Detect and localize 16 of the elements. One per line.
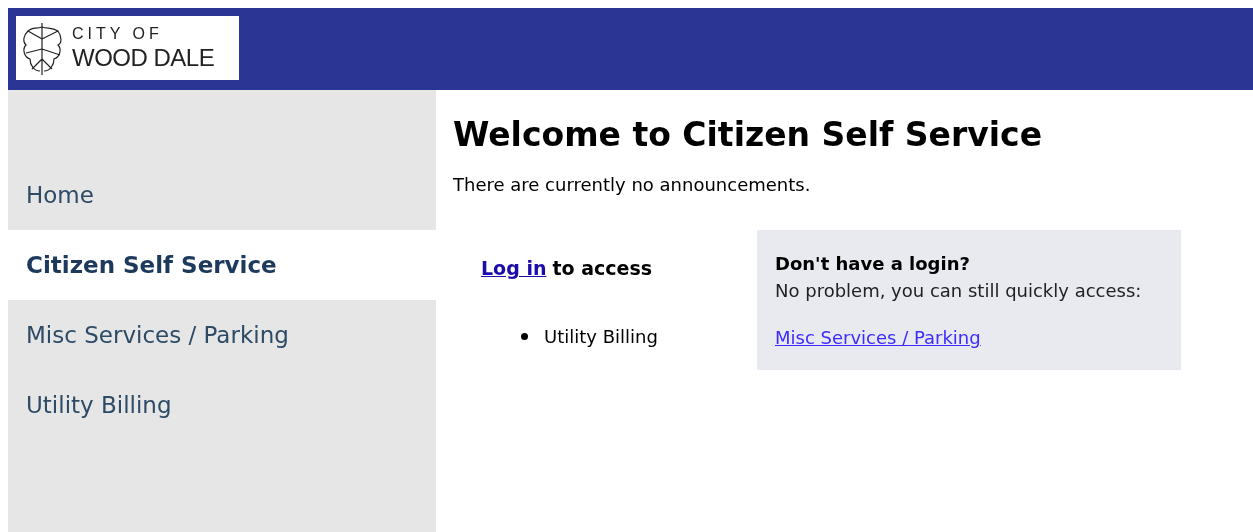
list-item-text: Utility Billing	[544, 324, 658, 349]
service-link[interactable]: Misc Services / Parking	[775, 324, 981, 352]
bullet-icon	[521, 332, 528, 340]
page-title: Welcome to Citizen Self Service	[453, 114, 1044, 156]
nav-item[interactable]: Home	[8, 160, 436, 230]
logo-text: CITY OF	[72, 26, 164, 42]
announcement-text: There are currently no announcements.	[453, 173, 812, 198]
login-link[interactable]: Log in	[481, 254, 547, 283]
panel-title: Don't have a login?	[775, 252, 971, 277]
nav-item[interactable]: Misc Services / Parking	[8, 300, 436, 370]
login-text: to access	[552, 256, 653, 282]
logo-text: WOOD DALE	[72, 46, 215, 70]
panel-text: No problem, you can still quickly access:	[775, 279, 1143, 304]
nav-item[interactable]: Citizen Self Service	[8, 230, 436, 300]
nav-item[interactable]: Utility Billing	[8, 370, 436, 440]
city-logo[interactable]: CITY OF WOOD DALE	[16, 16, 239, 80]
